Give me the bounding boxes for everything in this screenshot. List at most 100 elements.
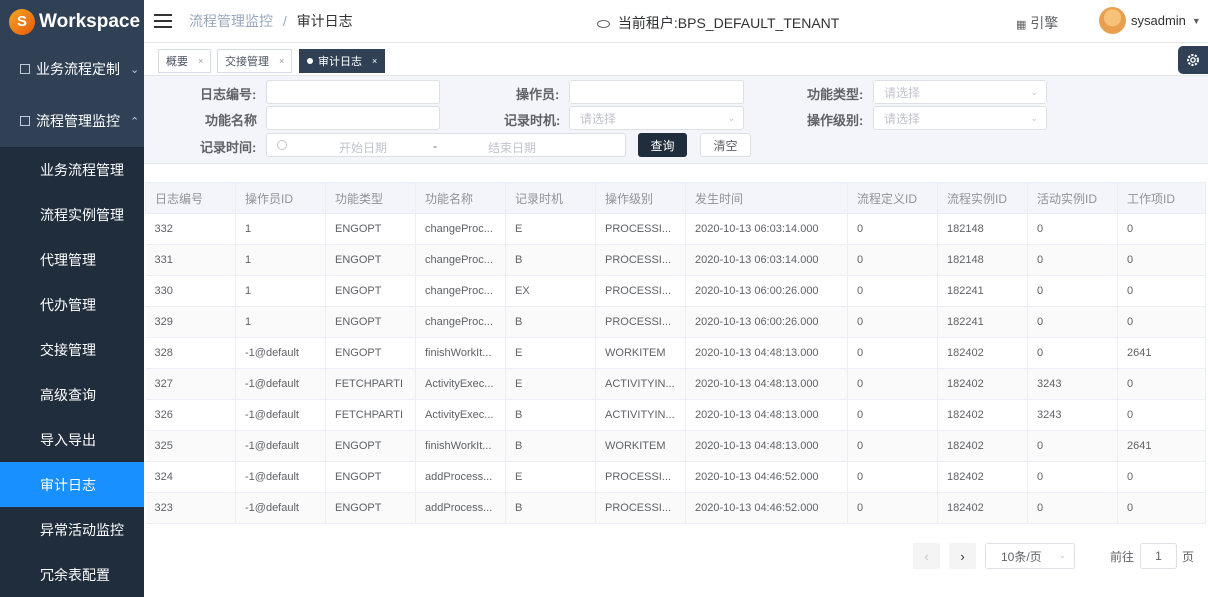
table-cell: 0	[847, 275, 938, 307]
table-cell: 2020-10-13 06:03:14.000	[685, 244, 848, 276]
chevron-down-icon: ⌄	[1058, 550, 1066, 560]
table-cell: finishWorkIt...	[415, 430, 506, 462]
sidebar: S Workspace 业务流程定制 ⌄ 流程管理监控 ⌃ 业务流程管理 流程实…	[0, 0, 144, 597]
sidebar-item-proxy-mgmt[interactable]: 代办管理	[0, 282, 144, 327]
next-page-button[interactable]: ›	[949, 543, 976, 569]
sidebar-group-label: 业务流程定制	[36, 61, 120, 77]
table-cell: 0	[1027, 337, 1118, 369]
column-header[interactable]: 活动实例ID	[1027, 182, 1118, 214]
table-row[interactable]: 325 -1@default ENGOPT finishWorkIt... B WORKI…	[145, 430, 1206, 462]
sidebar-item-agent-mgmt[interactable]: 代理管理	[0, 237, 144, 282]
active-dot-icon	[307, 58, 313, 64]
table-cell: B	[505, 430, 596, 462]
breadcrumb-item[interactable]: 流程管理监控	[189, 13, 273, 29]
tab-label: 审计日志	[318, 56, 362, 68]
table-cell: addProcess...	[415, 461, 506, 493]
table-cell: ENGOPT	[325, 244, 416, 276]
op-level-label: 操作级别:	[807, 113, 864, 128]
table-row[interactable]: 327 -1@default FETCHPARTI ActivityExec... E A…	[145, 368, 1206, 400]
column-header[interactable]: 流程实例ID	[937, 182, 1028, 214]
table-cell: 0	[1117, 306, 1206, 338]
table-cell: 331	[145, 244, 236, 276]
tab-handover-mgmt[interactable]: 交接管理 ×	[217, 49, 293, 73]
user-menu[interactable]: sysadmin ▼	[1099, 7, 1201, 34]
sidebar-item-audit-log[interactable]: 审计日志	[0, 462, 144, 507]
goto-page-input[interactable]: 1	[1140, 543, 1177, 569]
record-timing-label: 记录时机:	[504, 113, 561, 128]
grid-icon	[20, 116, 30, 126]
log-id-input[interactable]	[266, 80, 440, 104]
table-cell: PROCESSI...	[595, 244, 686, 276]
close-icon[interactable]: ×	[198, 56, 203, 66]
tab-audit-log[interactable]: 审计日志 ×	[299, 49, 386, 73]
table-cell: 0	[847, 213, 938, 245]
table-cell: 0	[1117, 213, 1206, 245]
table-cell: 2020-10-13 04:48:13.000	[685, 368, 848, 400]
column-header[interactable]: 记录时机	[505, 182, 596, 214]
table-cell: PROCESSI...	[595, 461, 686, 493]
column-header[interactable]: 日志编号	[145, 182, 236, 214]
tenant-label: 当前租户:BPS_DEFAULT_TENANT	[617, 15, 840, 31]
sidebar-item-handover-mgmt[interactable]: 交接管理	[0, 327, 144, 372]
tab-label: 概要	[166, 56, 188, 68]
caret-down-icon: ▼	[1191, 15, 1201, 26]
sidebar-item-business-process-mgmt[interactable]: 业务流程管理	[0, 147, 144, 192]
prev-page-button[interactable]: ‹	[913, 543, 940, 569]
table-cell: 323	[145, 492, 236, 524]
table-row[interactable]: 324 -1@default ENGOPT addProcess... E PROCESS…	[145, 461, 1206, 493]
chevron-up-icon: ⌃	[130, 115, 140, 128]
operator-input[interactable]	[569, 80, 744, 104]
table-cell: ACTIVITYIN...	[595, 399, 686, 431]
query-button[interactable]: 查询	[638, 133, 687, 157]
sidebar-group-process-monitor[interactable]: 流程管理监控 ⌃	[0, 95, 144, 147]
app-logo[interactable]: S Workspace	[0, 0, 144, 43]
column-header[interactable]: 流程定义ID	[847, 182, 938, 214]
sidebar-item-advanced-query[interactable]: 高级查询	[0, 372, 144, 417]
top-bar: 流程管理监控 / 审计日志 当前租户:BPS_DEFAULT_TENANT ▦ …	[144, 0, 1208, 43]
column-header[interactable]: 操作级别	[595, 182, 686, 214]
clock-icon	[277, 140, 287, 150]
table-cell: 182241	[937, 306, 1028, 338]
engine-button[interactable]: ▦ 引擎	[1016, 13, 1058, 33]
column-header[interactable]: 功能类型	[325, 182, 416, 214]
table-cell: 2641	[1117, 337, 1206, 369]
column-header[interactable]: 工作项ID	[1117, 182, 1206, 214]
table-cell: 0	[847, 461, 938, 493]
column-header[interactable]: 功能名称	[415, 182, 506, 214]
page-size-select[interactable]: 10条/页 ⌄	[985, 543, 1075, 569]
op-level-select[interactable]: 请选择 ⌄	[873, 106, 1047, 130]
table-row[interactable]: 329 1 ENGOPT changeProc... B PROCESSI... 2020-…	[145, 306, 1206, 338]
tab-overview[interactable]: 概要 ×	[158, 49, 212, 73]
close-icon[interactable]: ×	[372, 56, 377, 66]
column-header[interactable]: 操作员ID	[235, 182, 326, 214]
sidebar-item-process-instance-mgmt[interactable]: 流程实例管理	[0, 192, 144, 237]
settings-gear-icon[interactable]	[1178, 46, 1208, 74]
hamburger-menu-icon[interactable]	[154, 14, 172, 28]
log-id-label: 日志编号:	[200, 87, 257, 102]
table-cell: changeProc...	[415, 244, 506, 276]
table-row[interactable]: 323 -1@default ENGOPT addProcess... B PROCESS…	[145, 492, 1206, 524]
table-cell: 0	[1117, 275, 1206, 307]
record-time-range[interactable]: 开始日期 - 结束日期	[266, 133, 626, 157]
table-row[interactable]: 331 1 ENGOPT changeProc... B PROCESSI... 2020-…	[145, 244, 1206, 276]
table-cell: WORKITEM	[595, 337, 686, 369]
column-header[interactable]: 发生时间	[685, 182, 848, 214]
func-type-select[interactable]: 请选择 ⌄	[873, 80, 1047, 104]
page-suffix: 页	[1182, 550, 1195, 564]
table-row[interactable]: 330 1 ENGOPT changeProc... EX PROCESSI... 2020…	[145, 275, 1206, 307]
table-cell: 326	[145, 399, 236, 431]
func-name-input[interactable]	[266, 106, 440, 130]
table-row[interactable]: 332 1 ENGOPT changeProc... E PROCESSI... 2020-…	[145, 213, 1206, 245]
table-cell: 328	[145, 337, 236, 369]
sidebar-group-business-process[interactable]: 业务流程定制 ⌄	[0, 43, 144, 95]
func-name-label: 功能名称	[205, 113, 258, 128]
app-name: Workspace	[39, 10, 141, 32]
table-row[interactable]: 328 -1@default ENGOPT finishWorkIt... E WORKI…	[145, 337, 1206, 369]
table-row[interactable]: 326 -1@default FETCHPARTI ActivityExec... B A…	[145, 399, 1206, 431]
table-cell: B	[505, 306, 596, 338]
table-cell: 2020-10-13 04:48:13.000	[685, 399, 848, 431]
clear-button[interactable]: 清空	[700, 133, 751, 157]
sidebar-item-import-export[interactable]: 导入导出	[0, 417, 144, 462]
record-timing-select[interactable]: 请选择 ⌄	[569, 106, 744, 130]
close-icon[interactable]: ×	[279, 56, 284, 66]
